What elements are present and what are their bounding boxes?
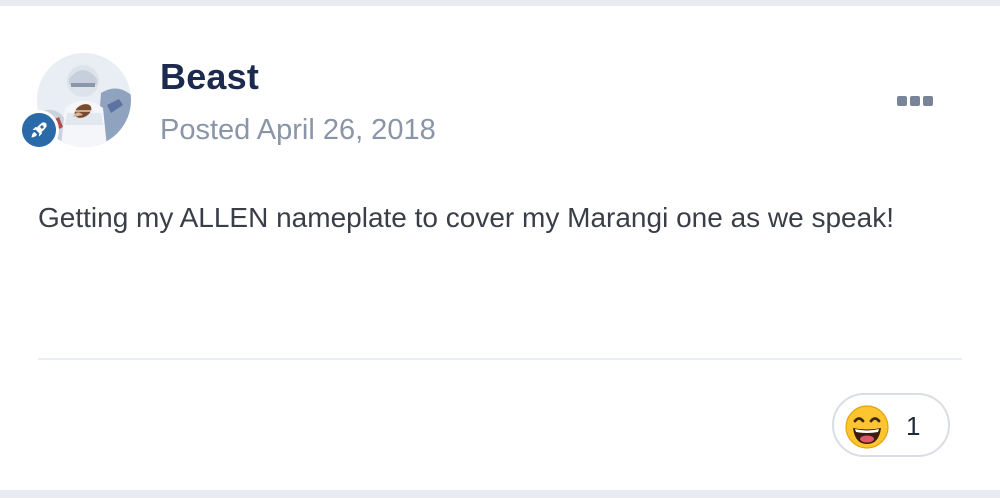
reaction-button[interactable]: 1 bbox=[832, 393, 950, 457]
post-card: Beast Posted April 26, 2018 Getting my A… bbox=[0, 6, 1000, 490]
rank-badge bbox=[19, 110, 59, 150]
author-avatar-container[interactable] bbox=[19, 53, 131, 150]
post-date: Posted April 26, 2018 bbox=[160, 114, 436, 146]
ellipsis-icon-dot bbox=[897, 96, 907, 106]
reaction-count: 1 bbox=[906, 411, 921, 441]
ellipsis-icon-dot bbox=[923, 96, 933, 106]
grinning-face-icon bbox=[845, 405, 889, 449]
author-name-link[interactable]: Beast bbox=[160, 56, 259, 98]
divider bbox=[38, 358, 962, 360]
ellipsis-icon-dot bbox=[910, 96, 920, 106]
post-body-text: Getting my ALLEN nameplate to cover my M… bbox=[38, 202, 894, 233]
rocket-icon bbox=[31, 122, 47, 138]
more-options-button[interactable] bbox=[890, 88, 940, 114]
